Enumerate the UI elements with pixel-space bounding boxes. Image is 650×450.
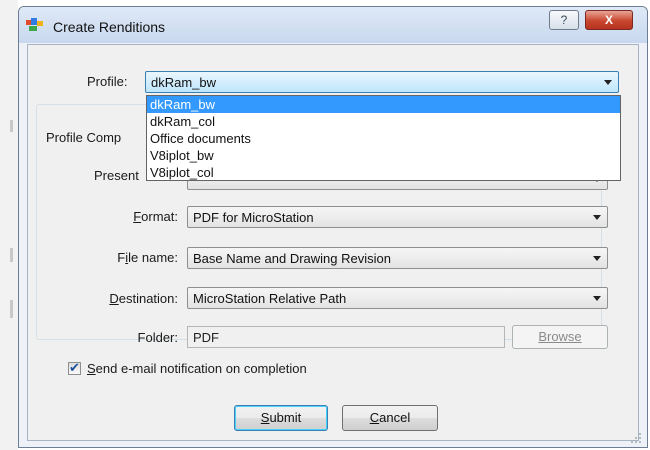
browse-label: Browse — [538, 329, 582, 344]
submit-button[interactable]: Submit — [234, 405, 328, 431]
format-dropdown[interactable]: PDF for MicroStation — [187, 206, 608, 228]
notification-label[interactable]: Send e-mail notification on completion — [87, 361, 307, 376]
help-icon: ? — [560, 13, 568, 27]
resize-grip-icon[interactable] — [630, 432, 642, 444]
profile-option[interactable]: V8iplot_bw — [147, 147, 620, 164]
presentation-label: Present — [94, 168, 139, 183]
destination-label: Destination: — [109, 291, 178, 306]
chevron-down-icon — [593, 256, 601, 261]
title-bar[interactable]: Create Renditions ? X — [19, 7, 647, 43]
profile-option[interactable]: dkRam_col — [147, 113, 620, 130]
help-button[interactable]: ? — [549, 10, 579, 30]
folder-field: PDF — [187, 326, 505, 348]
folder-label: Folder: — [137, 330, 178, 345]
close-icon: X — [604, 13, 613, 27]
format-label: Format: — [133, 209, 178, 224]
browse-button: Browse — [512, 325, 608, 349]
background-window-strip — [0, 0, 18, 450]
close-button[interactable]: X — [585, 10, 633, 30]
check-icon: ✔ — [69, 360, 80, 375]
background-mark — [10, 300, 13, 318]
profile-selected-value: dkRam_bw — [151, 75, 217, 90]
chevron-down-icon — [593, 296, 601, 301]
format-value: PDF for MicroStation — [193, 210, 314, 225]
notification-checkbox[interactable]: ✔ — [68, 360, 81, 375]
profile-dropdown[interactable]: dkRam_bw — [145, 71, 619, 93]
cancel-button[interactable]: Cancel — [342, 405, 438, 431]
chevron-down-icon — [604, 80, 612, 85]
profile-label: Profile: — [87, 74, 128, 89]
profile-option[interactable]: V8iplot_col — [147, 164, 620, 181]
chevron-down-icon — [593, 215, 601, 220]
profile-options-list: dkRam_bw dkRam_col Office documents V8ip… — [146, 95, 621, 181]
renditions-app-icon — [26, 18, 43, 31]
profile-option[interactable]: dkRam_bw — [147, 96, 620, 113]
filename-label: File name: — [117, 250, 178, 265]
profile-option[interactable]: Office documents — [147, 130, 620, 147]
destination-dropdown[interactable]: MicroStation Relative Path — [187, 287, 608, 309]
filename-value: Base Name and Drawing Revision — [193, 251, 391, 266]
background-mark — [10, 248, 13, 262]
folder-value: PDF — [193, 330, 219, 345]
destination-value: MicroStation Relative Path — [193, 291, 347, 306]
filename-dropdown[interactable]: Base Name and Drawing Revision — [187, 247, 608, 269]
background-mark — [10, 120, 13, 132]
window-title: Create Renditions — [53, 19, 166, 35]
group-title: Profile Comp — [44, 130, 124, 145]
